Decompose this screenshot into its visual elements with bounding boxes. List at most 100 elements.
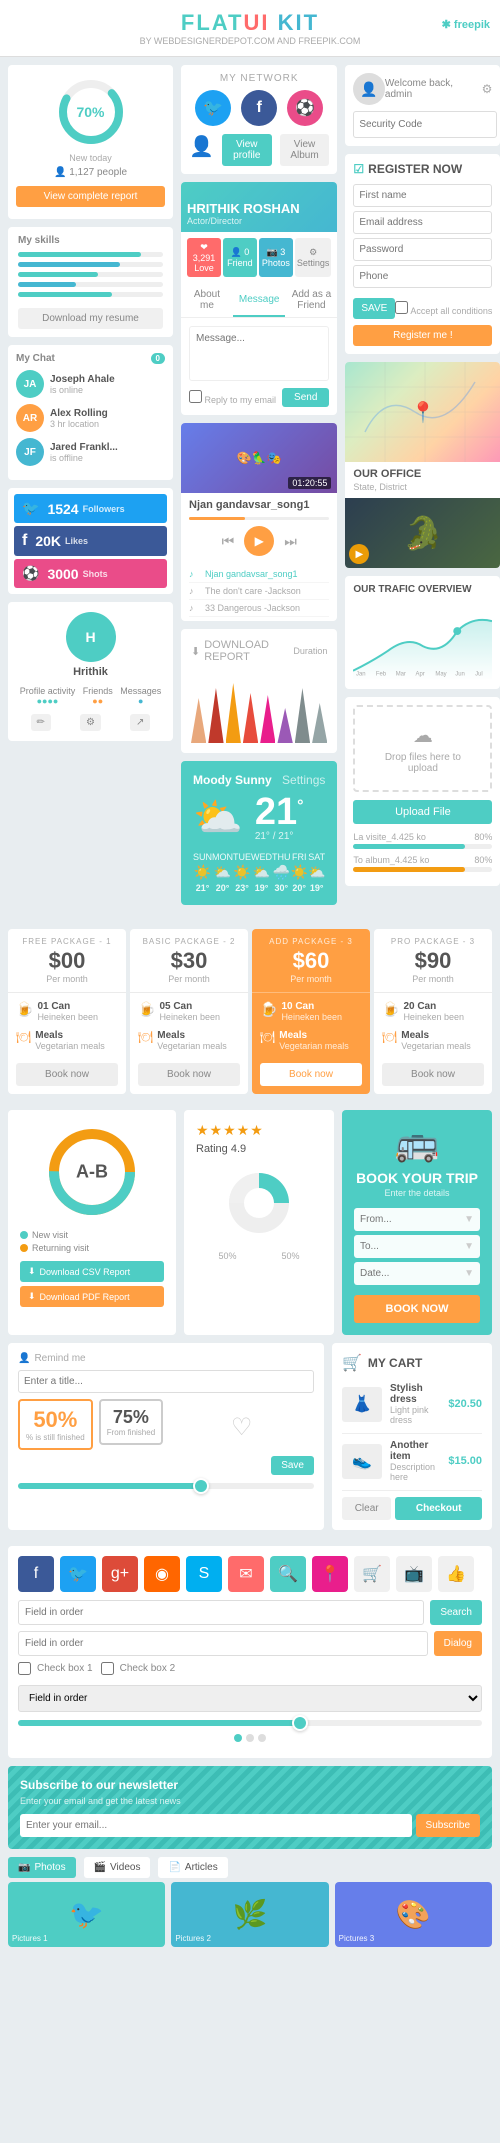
avatar: AR	[16, 404, 44, 432]
tab-photos[interactable]: 📷 Photos	[8, 1857, 76, 1878]
duration-label: Duration	[293, 646, 327, 656]
view-profile-button[interactable]: View profile	[222, 134, 272, 166]
reminder-input[interactable]	[18, 1370, 314, 1393]
music-progress-bar[interactable]	[189, 517, 329, 520]
reply-checkbox[interactable]	[189, 390, 202, 403]
book-now-button[interactable]: Book now	[16, 1063, 118, 1086]
network-actions: 👤 View profile View Album	[189, 134, 329, 166]
playlist-item[interactable]: ♪ Njan gandavsar_song1	[189, 566, 329, 583]
check-input-1[interactable]	[18, 1662, 31, 1675]
playlist-item[interactable]: ♪ 33 Dangerous -Jackson	[189, 600, 329, 617]
upload-file-button[interactable]: Upload File	[353, 800, 492, 824]
slider-handle-2[interactable]	[292, 1715, 308, 1731]
terms-checkbox[interactable]	[395, 301, 408, 314]
dribbble-network-icon[interactable]: ⚽	[287, 90, 323, 126]
chat-item[interactable]: JF Jared Frankl... is offline	[16, 438, 165, 466]
googleplus-icon-box[interactable]: g+	[102, 1556, 138, 1592]
firstname-input[interactable]	[353, 184, 492, 207]
profile-share-button[interactable]: ↗	[130, 714, 150, 731]
profile-settings-button[interactable]: ⚙	[80, 714, 101, 731]
register-button[interactable]: Register me !	[353, 325, 492, 346]
trip-date-field[interactable]	[360, 1268, 464, 1279]
upload-area[interactable]: ☁ Drop files here to upload	[353, 705, 492, 792]
password-input[interactable]	[353, 238, 492, 261]
network-icons: 🐦 f ⚽	[189, 90, 329, 126]
trip-to-field[interactable]	[360, 1241, 464, 1252]
profile-edit-button[interactable]: ✏	[31, 714, 51, 731]
admin-welcome: Welcome back, admin	[385, 78, 482, 100]
download-resume-button[interactable]: Download my resume	[18, 308, 163, 329]
twitter-network-icon[interactable]: 🐦	[195, 90, 231, 126]
slider-handle[interactable]	[193, 1478, 209, 1494]
form-field-1[interactable]	[18, 1600, 424, 1625]
form-field-2[interactable]	[18, 1631, 428, 1656]
twitter-stat[interactable]: 🐦 1524 Followers	[14, 494, 167, 523]
cart-icon-box[interactable]: 🛒	[354, 1556, 390, 1592]
email-input[interactable]	[353, 211, 492, 234]
message-input[interactable]	[189, 326, 329, 381]
video-play-button[interactable]: ▶	[349, 544, 369, 564]
tab-about-me[interactable]: About me	[181, 283, 233, 317]
subscribe-email-input[interactable]	[20, 1814, 412, 1837]
skills-title: My skills	[18, 235, 163, 246]
music-play-button[interactable]: ▶	[244, 526, 274, 556]
mountain-bar	[243, 693, 258, 743]
tab-videos[interactable]: 🎬 Videos	[84, 1857, 151, 1878]
file-row-2: To album_4.425 ko 80%	[353, 855, 492, 872]
facebook-icon-box[interactable]: f	[18, 1556, 54, 1592]
book-now-button[interactable]: BOOK NOW	[354, 1295, 480, 1323]
view-report-button[interactable]: View complete report	[16, 186, 165, 207]
view-album-button[interactable]: View Album	[280, 134, 330, 166]
tab-message[interactable]: Message	[233, 283, 286, 317]
twitter-icon-box[interactable]: 🐦	[60, 1556, 96, 1592]
trip-dropdown-icon: ▼	[464, 1241, 474, 1252]
dribbble-stat[interactable]: ⚽ 3000 Shots	[14, 559, 167, 588]
location-icon-box[interactable]: 📍	[312, 1556, 348, 1592]
weather-day-sat: SAT ⛅ 19°	[308, 852, 325, 893]
phone-input[interactable]	[353, 265, 492, 288]
music-next-button[interactable]: ⏭	[284, 533, 297, 550]
media-item-3[interactable]: 🎨 Pictures 3	[335, 1882, 492, 1947]
skype-icon-box[interactable]: S	[186, 1556, 222, 1592]
facebook-stat[interactable]: f 20K Likes	[14, 526, 167, 556]
send-button[interactable]: Send	[282, 388, 329, 407]
save-button[interactable]: SAVE	[353, 298, 395, 319]
photos-button[interactable]: 📷 3 Photos	[259, 238, 293, 277]
weather-settings-label[interactable]: Settings	[282, 773, 325, 787]
download-pdf-button[interactable]: ⬇ Download PDF Report	[20, 1286, 164, 1307]
love-button[interactable]: ❤ 3,291 Love	[187, 238, 221, 277]
chat-item[interactable]: AR Alex Rolling 3 hr location	[16, 404, 165, 432]
playlist-item[interactable]: ♪ The don't care -Jackson	[189, 583, 329, 600]
book-now-button[interactable]: Book now	[138, 1063, 240, 1086]
search-icon-box[interactable]: 🔍	[270, 1556, 306, 1592]
monitor-icon-box[interactable]: 📺	[396, 1556, 432, 1592]
book-now-button[interactable]: Book now	[260, 1063, 362, 1086]
save-button[interactable]: Save	[271, 1456, 314, 1475]
trip-from-field[interactable]	[360, 1214, 464, 1225]
subscribe-button[interactable]: Subscribe	[416, 1814, 480, 1837]
security-code-input[interactable]	[353, 111, 497, 138]
download-csv-button[interactable]: ⬇ Download CSV Report	[20, 1261, 164, 1282]
admin-search-row: 🔍	[353, 111, 492, 138]
facebook-network-icon[interactable]: f	[241, 90, 277, 126]
search-button[interactable]: Search	[430, 1600, 482, 1625]
music-prev-button[interactable]: ⏮	[222, 533, 235, 550]
admin-settings-icon[interactable]: ⚙	[482, 82, 493, 96]
dialog-button[interactable]: Dialog	[434, 1631, 482, 1656]
like-icon-box[interactable]: 👍	[438, 1556, 474, 1592]
book-now-button[interactable]: Book now	[382, 1063, 484, 1086]
media-item-1[interactable]: 🐦 Pictures 1	[8, 1882, 165, 1947]
clear-cart-button[interactable]: Clear	[342, 1497, 391, 1520]
email-icon-box[interactable]: ✉	[228, 1556, 264, 1592]
tab-add-friend[interactable]: Add as a Friend	[285, 283, 337, 317]
checkout-button[interactable]: Checkout	[395, 1497, 482, 1520]
check-input-2[interactable]	[101, 1662, 114, 1675]
friend-button[interactable]: 👤 0 Friend	[223, 238, 257, 277]
select-field[interactable]: Field in order	[18, 1685, 482, 1712]
chat-item[interactable]: JA Joseph Ahale is online	[16, 370, 165, 398]
settings-button[interactable]: ⚙ Settings	[295, 238, 332, 277]
media-item-2[interactable]: 🌿 Pictures 2	[171, 1882, 328, 1947]
rss-icon-box[interactable]: ◉	[144, 1556, 180, 1592]
cart-divider	[342, 1433, 482, 1434]
tab-articles[interactable]: 📄 Articles	[158, 1857, 227, 1878]
